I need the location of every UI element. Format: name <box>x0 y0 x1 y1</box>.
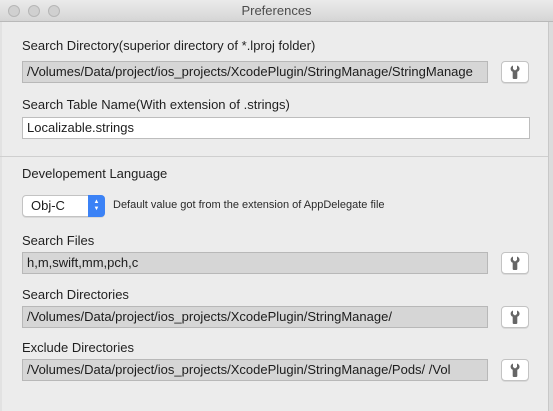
search-files-edit-button[interactable] <box>501 252 529 274</box>
wrench-icon <box>510 256 520 270</box>
search-table-input[interactable]: Localizable.strings <box>22 117 530 139</box>
search-directories-field[interactable]: /Volumes/Data/project/ios_projects/Xcode… <box>22 306 488 328</box>
preferences-window: Preferences Search Directory(superior di… <box>0 0 553 411</box>
language-popup-button[interactable]: Obj-C ▲ ▼ <box>22 195 105 217</box>
section-divider <box>0 156 548 157</box>
wrench-icon <box>510 363 520 377</box>
window-left-edge <box>0 22 2 411</box>
language-selected-value: Obj-C <box>31 198 65 213</box>
window-title: Preferences <box>241 3 312 18</box>
search-directories-edit-button[interactable] <box>501 306 529 328</box>
search-directory-field[interactable]: /Volumes/Data/project/ios_projects/Xcode… <box>22 61 488 83</box>
up-down-chevron-icon: ▲ ▼ <box>88 195 105 217</box>
exclude-directories-field[interactable]: /Volumes/Data/project/ios_projects/Xcode… <box>22 359 488 381</box>
search-files-label: Search Files <box>22 233 95 248</box>
search-directories-label: Search Directories <box>22 287 129 302</box>
search-directory-edit-button[interactable] <box>501 61 529 83</box>
title-bar: Preferences <box>0 0 553 22</box>
exclude-directories-label: Exclude Directories <box>22 340 134 355</box>
wrench-icon <box>510 65 520 79</box>
search-files-field[interactable]: h,m,swift,mm,pch,c <box>22 252 488 274</box>
window-right-edge <box>548 22 553 411</box>
wrench-icon <box>510 310 520 324</box>
search-table-label: Search Table Name(With extension of .str… <box>22 97 290 112</box>
search-directory-label: Search Directory(superior directory of *… <box>22 38 316 53</box>
exclude-directories-edit-button[interactable] <box>501 359 529 381</box>
language-hint-text: Default value got from the extension of … <box>113 199 385 211</box>
development-language-label: Developement Language <box>22 166 168 181</box>
